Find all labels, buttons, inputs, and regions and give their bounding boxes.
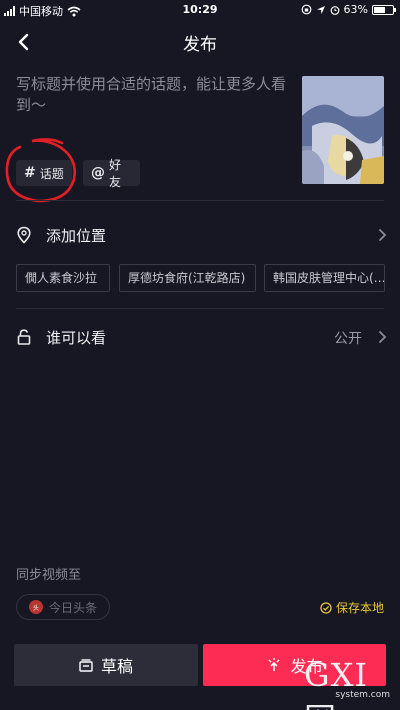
chevron-right-icon (379, 331, 387, 343)
at-mention-icon: @ (91, 165, 105, 181)
topic-chip[interactable]: # 话题 (16, 160, 72, 186)
draft-button-label: 草稿 (100, 657, 133, 676)
publish-button[interactable]: 发布 (203, 644, 386, 686)
watermark-domain: system.com (335, 690, 390, 700)
toutiao-sync-toggle[interactable]: 头 今日头条 (16, 594, 110, 620)
check-circle-icon (320, 601, 332, 614)
draft-box-icon (79, 658, 93, 672)
cover-image (302, 76, 384, 184)
topic-chip-label: 话题 (39, 166, 64, 181)
chevron-right-icon (379, 229, 387, 241)
battery-icon (372, 4, 396, 15)
save-local-toggle[interactable]: 保存本地 (320, 599, 384, 616)
add-location-label: 添加位置 (46, 227, 107, 245)
toutiao-logo-icon: 头 (29, 600, 43, 614)
video-cover-thumbnail[interactable] (302, 76, 384, 184)
upload-sparkle-icon (268, 658, 280, 671)
rotation-lock-icon (301, 4, 311, 15)
lock-icon (17, 329, 31, 345)
location-pin-icon (17, 226, 31, 244)
location-suggestion-chip[interactable]: 厚德坊食府(江乾路店) (119, 264, 256, 292)
friend-chip-label: 好友 (109, 158, 122, 189)
divider (16, 308, 384, 309)
visibility-row[interactable]: 谁可以看 公开 (0, 316, 400, 356)
divider (16, 200, 384, 201)
visibility-label: 谁可以看 (46, 329, 107, 347)
location-arrow-icon (316, 5, 325, 14)
save-local-label: 保存本地 (335, 601, 384, 615)
status-bar: 中国移动 10:29 63% (0, 0, 400, 20)
draft-button[interactable]: 草稿 (14, 644, 198, 686)
battery-percent: 63% (343, 3, 368, 16)
nav-bar: 发布 (0, 24, 400, 60)
location-suggestion-chip[interactable]: 僩人素食沙拉 (16, 264, 110, 292)
visibility-value: 公开 (334, 331, 362, 347)
toutiao-label: 今日头条 (49, 600, 98, 615)
location-suggestion-chip[interactable]: 韩国皮肤管理中心(… (264, 264, 385, 292)
add-location-row[interactable]: 添加位置 (0, 214, 400, 254)
publish-button-label: 发布 (290, 657, 323, 676)
caption-input[interactable]: 写标题并使用合适的话题，能让更多人看到～ (16, 74, 288, 116)
friend-chip[interactable]: @ 好友 (83, 158, 140, 189)
alarm-icon (330, 5, 339, 15)
page-title: 发布 (183, 35, 217, 55)
sync-label: 同步视频至 (16, 568, 82, 583)
hashtag-icon: # (24, 165, 36, 181)
status-right: 63% (301, 3, 396, 16)
